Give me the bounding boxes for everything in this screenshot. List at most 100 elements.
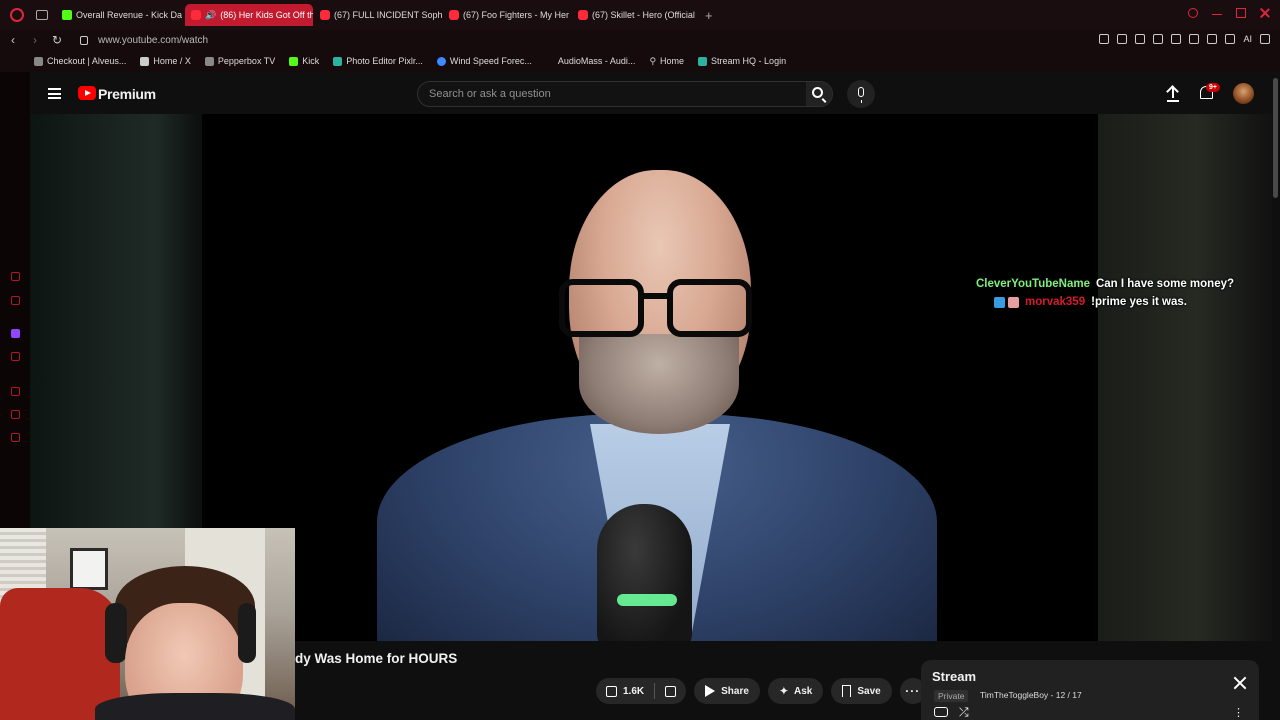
- chat-username: CleverYouTubeName: [976, 278, 1090, 290]
- menu-icon[interactable]: [48, 88, 61, 99]
- close-playlist-icon[interactable]: [1233, 676, 1247, 690]
- browser-tab[interactable]: (67) FULL INCIDENT Soph: [314, 4, 442, 26]
- bookmark-item[interactable]: AudioMass - Audi...: [558, 56, 636, 66]
- sidebar-notes-icon[interactable]: [11, 387, 20, 396]
- ai-button[interactable]: AI: [1243, 34, 1252, 44]
- video-actions: 1.6K Share ✦ Ask Save ···: [596, 678, 926, 704]
- download-icon[interactable]: [1225, 34, 1236, 44]
- lock-icon[interactable]: [80, 35, 88, 45]
- chat-message: CleverYouTubeName Can I have some money?: [976, 275, 1234, 293]
- kick-icon: [62, 10, 72, 20]
- bookmark-save-icon: [842, 685, 852, 697]
- heart-icon[interactable]: [1171, 34, 1182, 44]
- thumbs-up-icon: [606, 685, 617, 697]
- close-window-icon[interactable]: [1260, 8, 1270, 18]
- bookmark-item[interactable]: Checkout | Alveus...: [34, 56, 126, 66]
- bookmark-favicon-icon: [34, 56, 43, 66]
- url-field[interactable]: www.youtube.com/watch: [98, 35, 208, 46]
- bookmark-item[interactable]: Pepperbox TV: [204, 56, 276, 66]
- youtube-header: Premium 9+: [30, 72, 1272, 114]
- snapshot-icon[interactable]: [1117, 34, 1128, 44]
- browser-logo-icon[interactable]: [10, 8, 24, 22]
- scrollbar-thumb[interactable]: [1273, 78, 1278, 198]
- shield-icon[interactable]: [1135, 34, 1146, 44]
- share-button[interactable]: Share: [694, 678, 760, 704]
- bookmarks-bar: Checkout | Alveus... Home / X Pepperbox …: [0, 50, 1280, 72]
- create-upload-icon[interactable]: [1166, 85, 1180, 102]
- sidebar-settings-icon[interactable]: [11, 433, 20, 442]
- save-button[interactable]: Save: [831, 678, 892, 704]
- search-button[interactable]: [806, 82, 832, 106]
- bookmark-icon[interactable]: [1099, 34, 1110, 44]
- youtube-premium-logo[interactable]: Premium: [98, 86, 156, 102]
- prime-badge-icon: [994, 296, 1005, 308]
- loop-icon[interactable]: [934, 707, 948, 717]
- browser-tab-label: (67) Foo Fighters - My Her: [463, 10, 570, 20]
- share-label: Share: [721, 685, 749, 697]
- play-icon[interactable]: [1153, 34, 1164, 44]
- more-vertical-icon[interactable]: ⋮: [1233, 708, 1244, 719]
- stream-hq-icon: [698, 56, 708, 66]
- kick-icon: [289, 56, 299, 66]
- chat-badges: [994, 296, 1019, 308]
- wallet-icon[interactable]: [1207, 34, 1218, 44]
- page-scrollbar[interactable]: [1272, 72, 1280, 720]
- new-tab-button[interactable]: +: [705, 8, 713, 23]
- bookmark-item[interactable]: Kick: [289, 56, 319, 66]
- reload-icon[interactable]: ↻: [48, 33, 66, 47]
- bookmark-label: Pepperbox TV: [217, 56, 276, 66]
- bookmark-item[interactable]: Home / X: [140, 56, 191, 66]
- shuffle-icon[interactable]: ⤮: [959, 706, 969, 718]
- tab-overview-icon[interactable]: [36, 10, 48, 20]
- chat-message: morvak359 !prime yes it was.: [976, 293, 1234, 311]
- sidebar-messenger-icon[interactable]: [11, 272, 20, 281]
- wind-icon: [436, 56, 446, 66]
- sparkle-icon: ✦: [778, 684, 789, 698]
- maximize-icon[interactable]: [1236, 8, 1246, 18]
- bookmark-favicon-icon: [204, 56, 214, 66]
- sidebar-history-icon[interactable]: [11, 410, 20, 419]
- dislike-button[interactable]: [655, 678, 686, 704]
- video-title: dy Was Home for HOURS: [295, 651, 458, 666]
- pixlr-icon: [333, 56, 343, 66]
- minimize-icon[interactable]: [1212, 8, 1222, 15]
- bookmark-label: AudioMass - Audi...: [557, 56, 636, 66]
- like-button[interactable]: 1.6K: [596, 678, 654, 704]
- browser-tab-strip: Overall Revenue - Kick Da 🔊 (86) Her Kids…: [0, 0, 1280, 30]
- browser-tab[interactable]: (67) Skillet - Hero (Official: [572, 4, 700, 26]
- browser-tab[interactable]: Overall Revenue - Kick Da: [56, 4, 184, 26]
- microphone-icon: [858, 87, 864, 103]
- bookmark-item[interactable]: ⚲ Home: [649, 56, 684, 67]
- ask-button[interactable]: ✦ Ask: [767, 678, 824, 704]
- search-input[interactable]: [418, 82, 788, 106]
- browser-tab-active[interactable]: 🔊 (86) Her Kids Got Off th: [185, 4, 313, 26]
- bookmark-item[interactable]: Stream HQ - Login: [698, 56, 786, 66]
- bookmark-item[interactable]: Photo Editor Pixlr...: [333, 56, 423, 66]
- back-icon[interactable]: ‹: [4, 33, 22, 47]
- menu-icon[interactable]: [1260, 34, 1270, 44]
- browser-sidebar: [0, 72, 30, 528]
- voice-search-button[interactable]: [847, 80, 875, 108]
- bookmark-label: Checkout | Alveus...: [47, 56, 127, 66]
- browser-tab[interactable]: (67) Foo Fighters - My Her: [443, 4, 571, 26]
- thumbs-down-icon: [665, 685, 677, 697]
- playlist-title[interactable]: Stream: [932, 669, 976, 684]
- account-avatar[interactable]: [1233, 83, 1254, 104]
- speaker-icon[interactable]: 🔊: [205, 10, 216, 21]
- youtube-icon: [578, 10, 588, 20]
- sidebar-percent-icon[interactable]: [11, 352, 20, 361]
- tab-search-icon[interactable]: [1188, 8, 1198, 18]
- youtube-icon: [320, 10, 330, 20]
- like-count: 1.6K: [623, 685, 645, 697]
- youtube-icon: [449, 10, 459, 20]
- sidebar-bag-icon[interactable]: [11, 296, 20, 305]
- bookmark-item[interactable]: Wind Speed Forec...: [436, 56, 532, 66]
- forward-icon[interactable]: ›: [26, 33, 44, 47]
- video-player[interactable]: [202, 114, 1098, 641]
- ask-label: Ask: [793, 685, 813, 697]
- sidebar-twitch-icon[interactable]: [11, 329, 20, 338]
- video-frame-beard: [579, 334, 739, 434]
- extensions-icon[interactable]: [1189, 34, 1200, 44]
- notification-badge: 9+: [1206, 83, 1220, 92]
- youtube-logo-icon[interactable]: [78, 86, 96, 100]
